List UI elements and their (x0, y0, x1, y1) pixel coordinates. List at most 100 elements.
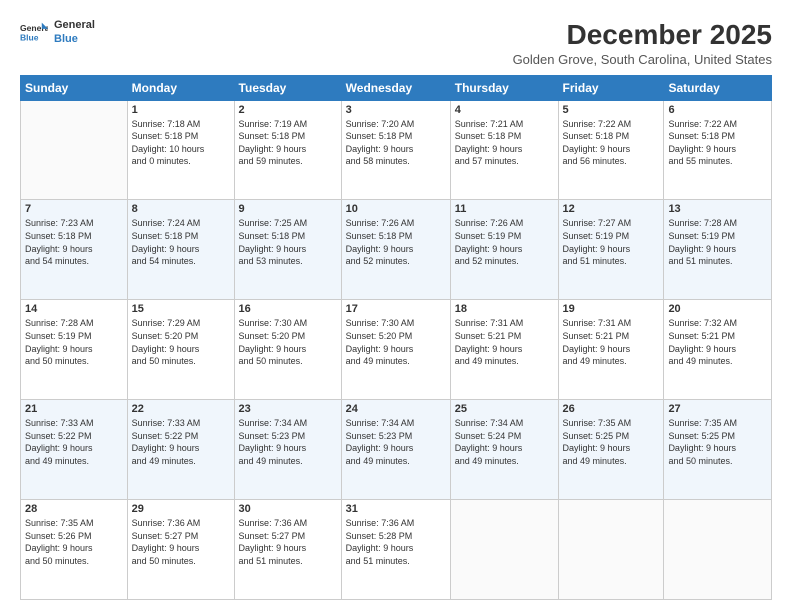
calendar-day-cell: 5 Sunrise: 7:22 AMSunset: 5:18 PMDaylight… (558, 100, 664, 200)
calendar-week-row: 21 Sunrise: 7:33 AMSunset: 5:22 PMDayligh… (21, 400, 772, 500)
main-title: December 2025 (513, 18, 772, 52)
day-number: 3 (346, 104, 446, 116)
day-info: Sunrise: 7:25 AMSunset: 5:18 PMDaylight:… (239, 217, 337, 267)
calendar-header-cell: Saturday (664, 75, 772, 100)
calendar-day-cell: 21 Sunrise: 7:33 AMSunset: 5:22 PMDayligh… (21, 400, 128, 500)
calendar-day-cell: 12 Sunrise: 7:27 AMSunset: 5:19 PMDayligh… (558, 200, 664, 300)
day-number: 4 (455, 104, 554, 116)
day-number: 17 (346, 303, 446, 315)
calendar-day-cell: 16 Sunrise: 7:30 AMSunset: 5:20 PMDayligh… (234, 300, 341, 400)
day-info: Sunrise: 7:28 AMSunset: 5:19 PMDaylight:… (25, 317, 123, 367)
day-info: Sunrise: 7:36 AMSunset: 5:27 PMDaylight:… (239, 517, 337, 567)
calendar-header-cell: Wednesday (341, 75, 450, 100)
day-info: Sunrise: 7:18 AMSunset: 5:18 PMDaylight:… (132, 118, 230, 168)
calendar-day-cell (21, 100, 128, 200)
calendar-day-cell: 23Sunrise: 7:34 AMSunset: 5:23 PMDayligh… (234, 400, 341, 500)
calendar-day-cell: 7 Sunrise: 7:23 AMSunset: 5:18 PMDaylight… (21, 200, 128, 300)
day-info: Sunrise: 7:19 AMSunset: 5:18 PMDaylight:… (239, 118, 337, 168)
calendar-day-cell: 28 Sunrise: 7:35 AMSunset: 5:26 PMDayligh… (21, 500, 128, 600)
day-info: Sunrise: 7:22 AMSunset: 5:18 PMDaylight:… (668, 118, 767, 168)
calendar-day-cell: 22 Sunrise: 7:33 AMSunset: 5:22 PMDayligh… (127, 400, 234, 500)
day-number: 2 (239, 104, 337, 116)
day-number: 27 (668, 403, 767, 415)
calendar-header-row: SundayMondayTuesdayWednesdayThursdayFrid… (21, 75, 772, 100)
calendar-week-row: 28 Sunrise: 7:35 AMSunset: 5:26 PMDayligh… (21, 500, 772, 600)
calendar-day-cell (450, 500, 558, 600)
day-info: Sunrise: 7:26 AMSunset: 5:19 PMDaylight:… (455, 217, 554, 267)
calendar-day-cell: 26Sunrise: 7:35 AMSunset: 5:25 PMDayligh… (558, 400, 664, 500)
calendar-day-cell: 3 Sunrise: 7:20 AMSunset: 5:18 PMDaylight… (341, 100, 450, 200)
day-number: 31 (346, 503, 446, 515)
day-number: 13 (668, 203, 767, 215)
day-number: 22 (132, 403, 230, 415)
logo-icon: General Blue (20, 21, 48, 43)
header: General Blue General Blue December 2025 … (20, 18, 772, 67)
day-number: 15 (132, 303, 230, 315)
day-info: Sunrise: 7:30 AMSunset: 5:20 PMDaylight:… (346, 317, 446, 367)
calendar-header-cell: Sunday (21, 75, 128, 100)
logo-text: General (54, 18, 95, 32)
title-block: December 2025 Golden Grove, South Caroli… (513, 18, 772, 67)
logo: General Blue General Blue (20, 18, 95, 47)
day-number: 29 (132, 503, 230, 515)
day-number: 18 (455, 303, 554, 315)
calendar-day-cell: 8Sunrise: 7:24 AMSunset: 5:18 PMDaylight… (127, 200, 234, 300)
calendar-day-cell: 17 Sunrise: 7:30 AMSunset: 5:20 PMDayligh… (341, 300, 450, 400)
day-info: Sunrise: 7:27 AMSunset: 5:19 PMDaylight:… (563, 217, 660, 267)
calendar-day-cell: 1 Sunrise: 7:18 AMSunset: 5:18 PMDaylight… (127, 100, 234, 200)
day-number: 1 (132, 104, 230, 116)
day-number: 21 (25, 403, 123, 415)
day-info: Sunrise: 7:35 AMSunset: 5:25 PMDaylight:… (563, 417, 660, 467)
calendar-day-cell: 27Sunrise: 7:35 AMSunset: 5:25 PMDayligh… (664, 400, 772, 500)
calendar-header-cell: Thursday (450, 75, 558, 100)
day-info: Sunrise: 7:33 AMSunset: 5:22 PMDaylight:… (25, 417, 123, 467)
day-info: Sunrise: 7:32 AMSunset: 5:21 PMDaylight:… (668, 317, 767, 367)
calendar-week-row: 7 Sunrise: 7:23 AMSunset: 5:18 PMDaylight… (21, 200, 772, 300)
day-number: 5 (563, 104, 660, 116)
calendar-week-row: 1 Sunrise: 7:18 AMSunset: 5:18 PMDaylight… (21, 100, 772, 200)
calendar-day-cell: 19Sunrise: 7:31 AMSunset: 5:21 PMDayligh… (558, 300, 664, 400)
day-info: Sunrise: 7:34 AMSunset: 5:23 PMDaylight:… (239, 417, 337, 467)
calendar-day-cell: 24Sunrise: 7:34 AMSunset: 5:23 PMDayligh… (341, 400, 450, 500)
calendar-day-cell: 31Sunrise: 7:36 AMSunset: 5:28 PMDayligh… (341, 500, 450, 600)
calendar-day-cell: 25 Sunrise: 7:34 AMSunset: 5:24 PMDayligh… (450, 400, 558, 500)
day-info: Sunrise: 7:26 AMSunset: 5:18 PMDaylight:… (346, 217, 446, 267)
day-number: 12 (563, 203, 660, 215)
day-number: 28 (25, 503, 123, 515)
day-info: Sunrise: 7:31 AMSunset: 5:21 PMDaylight:… (455, 317, 554, 367)
day-number: 16 (239, 303, 337, 315)
day-info: Sunrise: 7:22 AMSunset: 5:18 PMDaylight:… (563, 118, 660, 168)
day-info: Sunrise: 7:24 AMSunset: 5:18 PMDaylight:… (132, 217, 230, 267)
day-number: 9 (239, 203, 337, 215)
svg-text:Blue: Blue (20, 33, 39, 43)
calendar-day-cell: 29 Sunrise: 7:36 AMSunset: 5:27 PMDayligh… (127, 500, 234, 600)
day-number: 25 (455, 403, 554, 415)
day-number: 7 (25, 203, 123, 215)
calendar-day-cell (664, 500, 772, 600)
calendar-day-cell: 14 Sunrise: 7:28 AMSunset: 5:19 PMDayligh… (21, 300, 128, 400)
day-info: Sunrise: 7:36 AMSunset: 5:27 PMDaylight:… (132, 517, 230, 567)
day-info: Sunrise: 7:20 AMSunset: 5:18 PMDaylight:… (346, 118, 446, 168)
day-number: 19 (563, 303, 660, 315)
day-number: 14 (25, 303, 123, 315)
day-number: 6 (668, 104, 767, 116)
day-info: Sunrise: 7:30 AMSunset: 5:20 PMDaylight:… (239, 317, 337, 367)
logo-text-blue: Blue (54, 32, 95, 46)
calendar-table: SundayMondayTuesdayWednesdayThursdayFrid… (20, 75, 772, 600)
calendar-week-row: 14 Sunrise: 7:28 AMSunset: 5:19 PMDayligh… (21, 300, 772, 400)
day-info: Sunrise: 7:33 AMSunset: 5:22 PMDaylight:… (132, 417, 230, 467)
day-number: 11 (455, 203, 554, 215)
calendar-day-cell: 13 Sunrise: 7:28 AMSunset: 5:19 PMDayligh… (664, 200, 772, 300)
day-info: Sunrise: 7:35 AMSunset: 5:26 PMDaylight:… (25, 517, 123, 567)
calendar-header-cell: Monday (127, 75, 234, 100)
day-info: Sunrise: 7:34 AMSunset: 5:23 PMDaylight:… (346, 417, 446, 467)
calendar-day-cell: 9 Sunrise: 7:25 AMSunset: 5:18 PMDaylight… (234, 200, 341, 300)
day-info: Sunrise: 7:23 AMSunset: 5:18 PMDaylight:… (25, 217, 123, 267)
day-number: 10 (346, 203, 446, 215)
calendar-header-cell: Friday (558, 75, 664, 100)
day-number: 30 (239, 503, 337, 515)
calendar-day-cell: 6 Sunrise: 7:22 AMSunset: 5:18 PMDaylight… (664, 100, 772, 200)
calendar-day-cell: 30 Sunrise: 7:36 AMSunset: 5:27 PMDayligh… (234, 500, 341, 600)
day-info: Sunrise: 7:28 AMSunset: 5:19 PMDaylight:… (668, 217, 767, 267)
day-info: Sunrise: 7:34 AMSunset: 5:24 PMDaylight:… (455, 417, 554, 467)
